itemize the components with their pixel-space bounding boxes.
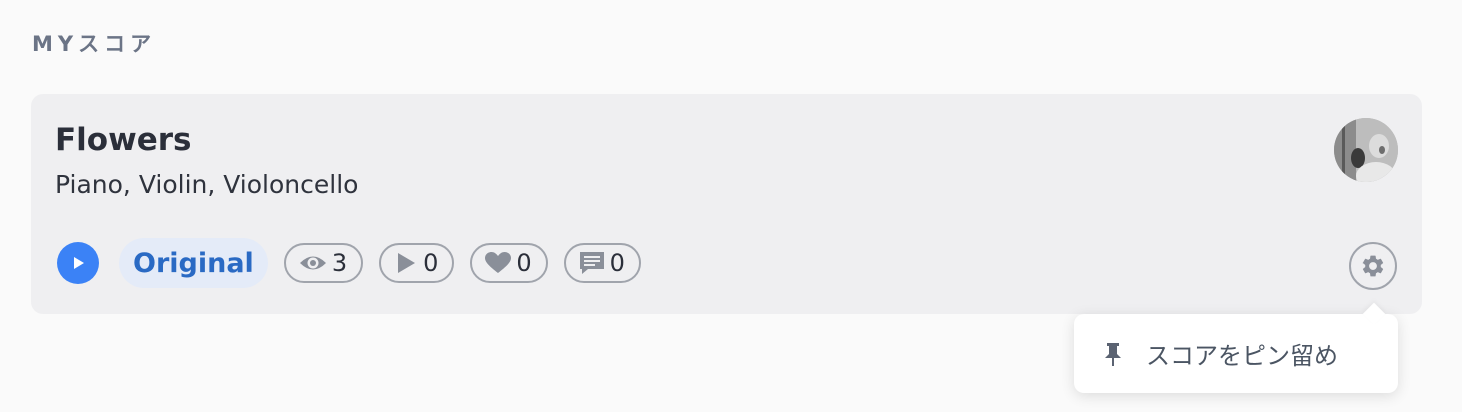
views-count: 3 xyxy=(331,249,348,277)
settings-button[interactable] xyxy=(1349,242,1397,290)
section-title: MYスコア xyxy=(32,32,157,56)
avatar[interactable] xyxy=(1334,118,1398,182)
play-count-icon xyxy=(398,253,416,273)
gear-icon xyxy=(1362,255,1384,277)
comments-count: 0 xyxy=(609,249,625,277)
play-button[interactable] xyxy=(57,242,99,284)
score-title[interactable]: Flowers xyxy=(55,122,192,158)
pin-score-menu-item[interactable]: スコアをピン留め xyxy=(1074,314,1398,393)
avatar-image xyxy=(1334,118,1398,182)
comments-stat[interactable]: 0 xyxy=(563,243,641,283)
score-instruments: Piano, Violin, Violoncello xyxy=(55,170,359,199)
score-card[interactable]: Flowers Piano, Violin, Violoncello Origi… xyxy=(31,94,1422,314)
original-tag: Original xyxy=(119,238,268,288)
plays-count: 0 xyxy=(423,249,439,277)
heart-icon xyxy=(485,252,512,273)
play-icon xyxy=(74,257,84,269)
likes-count: 0 xyxy=(516,249,532,277)
pin-icon xyxy=(1105,342,1121,366)
likes-stat[interactable]: 0 xyxy=(470,243,548,283)
plays-stat[interactable]: 0 xyxy=(379,243,455,283)
views-stat[interactable]: 3 xyxy=(283,243,364,283)
score-actions: Original 3 0 0 0 xyxy=(57,238,657,288)
eye-icon xyxy=(299,256,326,270)
comment-icon xyxy=(579,252,604,274)
pin-score-label: スコアをピン留め xyxy=(1146,342,1338,370)
